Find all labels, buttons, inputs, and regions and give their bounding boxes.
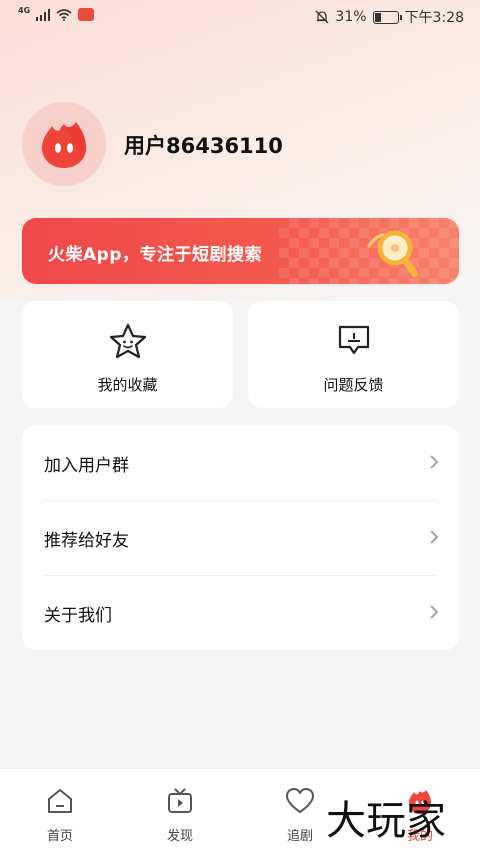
status-left: 4G	[18, 6, 95, 21]
favorites-label: 我的收藏	[97, 376, 158, 394]
menu-item-about[interactable]: 关于我们	[22, 575, 459, 650]
chevron-right-icon	[430, 530, 439, 544]
avatar[interactable]	[22, 102, 106, 186]
flame-mascot-icon	[42, 122, 86, 168]
watermark: 大玩家	[326, 798, 446, 844]
signal-icon	[36, 8, 51, 21]
magnifier-icon	[367, 230, 419, 278]
nav-label: 发现	[166, 829, 193, 844]
nav-home[interactable]: 首页	[0, 769, 120, 853]
menu-item-recommend[interactable]: 推荐给好友	[22, 500, 459, 575]
menu-item-label: 推荐给好友	[44, 531, 129, 551]
settings-menu: 加入用户群 推荐给好友 关于我们	[22, 425, 459, 650]
menu-item-join-group[interactable]: 加入用户群	[22, 425, 459, 500]
username: 用户86436110	[124, 134, 283, 158]
status-bar: 4G 31% 下午3:28	[0, 0, 480, 34]
battery-icon	[372, 10, 402, 24]
bell-muted-icon	[315, 10, 329, 24]
banner-text: 火柴App，专注于短剧搜索	[48, 245, 262, 265]
feedback-label: 问题反馈	[323, 376, 384, 394]
home-icon	[48, 789, 72, 813]
nav-label: 首页	[46, 829, 73, 844]
star-icon	[109, 323, 146, 359]
battery-percent: 31%	[335, 9, 367, 25]
heart-icon	[286, 788, 314, 813]
menu-item-label: 加入用户群	[44, 456, 129, 476]
nav-discover[interactable]: 发现	[120, 769, 240, 853]
chevron-right-icon	[430, 455, 439, 469]
tv-icon	[168, 788, 192, 813]
wifi-icon	[56, 8, 72, 21]
network-type: 4G	[18, 6, 31, 15]
chevron-right-icon	[430, 605, 439, 619]
menu-item-label: 关于我们	[44, 606, 112, 626]
status-right: 31% 下午3:28	[315, 7, 464, 27]
app-notification-icon	[78, 8, 95, 21]
feedback-card[interactable]: 问题反馈	[248, 301, 459, 408]
favorites-card[interactable]: 我的收藏	[22, 301, 233, 408]
clock: 下午3:28	[404, 10, 464, 26]
promo-banner[interactable]: 火柴App，专注于短剧搜索	[22, 218, 459, 284]
feedback-icon	[338, 325, 369, 355]
